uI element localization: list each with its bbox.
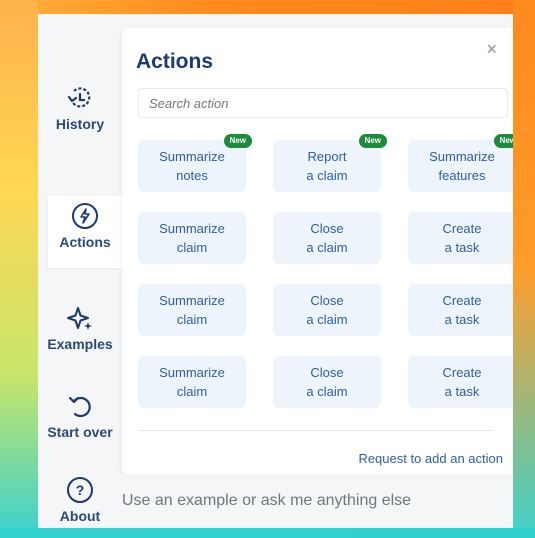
action-card-label: Summarize features — [429, 149, 495, 183]
action-card[interactable]: Summarize claim — [138, 212, 246, 264]
action-card-label: Create a task — [442, 293, 482, 327]
nav-examples-label: Examples — [47, 336, 113, 352]
action-card-label: Summarize claim — [159, 221, 225, 255]
action-card-label: Summarize claim — [159, 365, 225, 399]
new-badge: New — [223, 134, 252, 148]
nav-history[interactable]: History — [38, 84, 122, 132]
action-card[interactable]: Create a task — [408, 356, 513, 408]
svg-text:?: ? — [76, 482, 85, 498]
nav-about[interactable]: ? About — [38, 476, 122, 524]
sidebar-nav: History Actions Examples Start over ? Ab… — [38, 14, 122, 528]
search-action-input[interactable] — [138, 88, 508, 118]
action-card[interactable]: Create a task — [408, 212, 513, 264]
new-badge: New — [493, 134, 513, 148]
action-card[interactable]: Close a claim — [273, 356, 381, 408]
background-top — [0, 0, 535, 14]
nav-about-label: About — [59, 508, 101, 524]
actions-panel: Actions × Summarize notesNewReport a cla… — [122, 28, 513, 474]
nav-examples[interactable]: Examples — [38, 304, 122, 352]
action-card[interactable]: Summarize claim — [138, 356, 246, 408]
request-action-link[interactable]: Request to add an action — [358, 451, 503, 466]
action-card-label: Summarize notes — [159, 149, 225, 183]
nav-actions[interactable]: Actions — [48, 196, 122, 268]
action-card-label: Create a task — [442, 365, 482, 399]
panel-title: Actions — [136, 50, 214, 73]
action-card[interactable]: Summarize claim — [138, 284, 246, 336]
action-card-label: Close a claim — [306, 293, 348, 327]
divider — [138, 430, 492, 431]
action-card[interactable]: Close a claim — [273, 284, 381, 336]
action-card-label: Create a task — [442, 221, 482, 255]
sparkle-icon — [67, 307, 92, 330]
assistant-app: History Actions Examples Start over ? Ab… — [38, 14, 513, 528]
action-card-label: Summarize claim — [159, 293, 225, 327]
action-card-label: Close a claim — [306, 365, 348, 399]
nav-start-over-label: Start over — [47, 424, 113, 440]
background-right — [513, 0, 535, 538]
composer: Use an example or ask me anything else — [122, 474, 513, 528]
undo-icon — [68, 396, 91, 418]
nav-actions-label: Actions — [59, 234, 111, 250]
action-card[interactable]: Summarize features New — [408, 134, 513, 192]
action-card[interactable]: Close a claim — [273, 212, 381, 264]
lightning-bolt-icon — [72, 203, 98, 229]
close-icon[interactable]: × — [486, 40, 497, 58]
background-bottom — [0, 528, 535, 538]
nav-start-over[interactable]: Start over — [38, 392, 122, 440]
action-card[interactable]: Summarize notes New — [138, 134, 252, 192]
background-left — [0, 0, 38, 538]
action-card[interactable]: Create a task — [408, 284, 513, 336]
new-badge: New — [358, 134, 387, 148]
message-input[interactable]: Use an example or ask me anything else — [122, 492, 411, 510]
nav-history-label: History — [55, 116, 105, 132]
history-icon — [67, 87, 91, 108]
action-card-label: Report a claim — [306, 149, 348, 183]
action-card[interactable]: Report a claim New — [273, 134, 387, 192]
action-card-label: Close a claim — [306, 221, 348, 255]
question-circle-icon: ? — [67, 477, 93, 503]
